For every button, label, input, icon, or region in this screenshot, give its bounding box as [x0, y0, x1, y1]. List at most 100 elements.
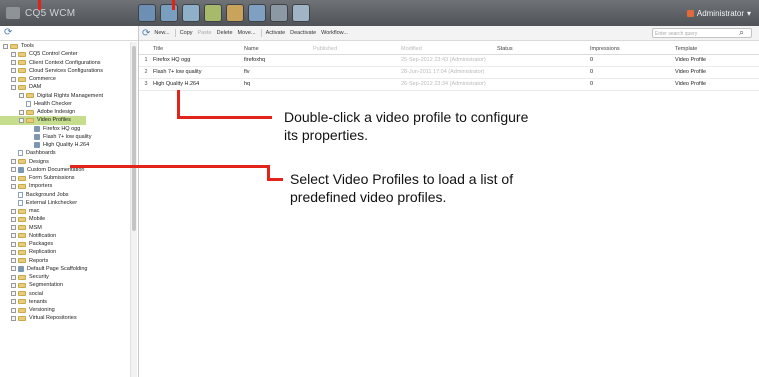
- toolbar-button[interactable]: Delete: [217, 30, 233, 36]
- toolbar-button[interactable]: New...: [154, 30, 169, 36]
- tagging-icon[interactable]: [292, 4, 310, 22]
- tree-item[interactable]: Client Context Configurations: [0, 59, 130, 67]
- video-icon: [34, 142, 40, 149]
- tree-item[interactable]: Commerce: [0, 75, 130, 83]
- expand-toggle-icon[interactable]: [11, 307, 16, 313]
- tree-item[interactable]: Virtual Repositories: [0, 314, 130, 322]
- expand-toggle-icon[interactable]: [19, 109, 24, 115]
- tree-item[interactable]: MSM: [0, 224, 130, 232]
- expand-toggle-icon[interactable]: [11, 315, 16, 321]
- folder-icon: [26, 109, 34, 115]
- tree-item[interactable]: tenants: [0, 298, 130, 306]
- toolbar-button[interactable]: Workflow...: [321, 30, 348, 36]
- expand-toggle-icon[interactable]: [11, 282, 16, 288]
- expand-toggle-icon[interactable]: [11, 225, 16, 231]
- tree-item[interactable]: Packages: [0, 240, 130, 248]
- toolbar-button[interactable]: Paste: [198, 30, 212, 36]
- column-header[interactable]: Modified: [401, 44, 422, 54]
- expand-toggle-icon[interactable]: [11, 241, 16, 247]
- expand-toggle-icon[interactable]: [11, 159, 16, 165]
- expand-toggle-icon[interactable]: [11, 208, 16, 214]
- tree-item[interactable]: Video Profiles: [0, 116, 86, 125]
- tree-item-label: Dashboards: [26, 150, 56, 157]
- expand-toggle-icon[interactable]: [11, 175, 16, 181]
- tree-scrollbar[interactable]: [130, 42, 137, 377]
- expand-toggle-icon[interactable]: [11, 60, 16, 66]
- column-header[interactable]: Status: [497, 44, 513, 54]
- tree-item[interactable]: mac: [0, 207, 130, 215]
- tree-item[interactable]: Reports: [0, 257, 130, 265]
- campaigns-icon[interactable]: [204, 4, 222, 22]
- expand-toggle-icon[interactable]: [11, 51, 16, 57]
- expand-toggle-icon[interactable]: [3, 43, 8, 49]
- tree-item[interactable]: High Quality H.264: [0, 141, 130, 149]
- toolbar-button[interactable]: Deactivate: [290, 30, 316, 36]
- expand-toggle-icon[interactable]: [11, 216, 16, 222]
- tools-icon[interactable]: [270, 4, 288, 22]
- expand-toggle-icon[interactable]: [11, 258, 16, 264]
- column-header[interactable]: Impressions: [590, 44, 620, 54]
- search-input[interactable]: Enter search query: [652, 28, 752, 38]
- expand-toggle-icon[interactable]: [11, 274, 16, 280]
- tree-item[interactable]: Versioning: [0, 306, 130, 314]
- user-menu[interactable]: Administrator ▾: [686, 0, 751, 26]
- websites-icon[interactable]: [138, 4, 156, 22]
- toolbar-button[interactable]: Copy: [180, 30, 193, 36]
- expand-toggle-icon[interactable]: [11, 266, 16, 272]
- tree-item[interactable]: Digital Rights Management: [0, 92, 130, 100]
- search-icon[interactable]: ⌕: [739, 27, 744, 38]
- tree-item[interactable]: Adobe Indesign: [0, 108, 130, 116]
- folder-icon: [18, 258, 26, 264]
- tree-item[interactable]: Firefox HQ ogg: [0, 125, 130, 133]
- expand-toggle-icon[interactable]: [11, 299, 16, 305]
- expand-toggle-icon[interactable]: [11, 68, 16, 74]
- expand-toggle-icon[interactable]: [11, 84, 16, 90]
- expand-toggle-icon[interactable]: [11, 183, 16, 189]
- toolbar-button[interactable]: Activate: [266, 30, 286, 36]
- tree-item-label: CQ5 Control Center: [29, 51, 78, 58]
- tree-item[interactable]: CQ5 Control Center: [0, 50, 130, 58]
- tree-item[interactable]: Default Page Scaffolding: [0, 265, 130, 273]
- tree-item-label: Replication: [29, 249, 57, 256]
- expand-toggle-icon[interactable]: [11, 167, 16, 173]
- callout-double-click: Double-click a video profile to configur…: [284, 109, 529, 143]
- refresh-icon[interactable]: ⟳: [4, 28, 12, 38]
- tree-item[interactable]: Notification: [0, 232, 130, 240]
- tree-item[interactable]: Form Submissions: [0, 174, 130, 182]
- column-header[interactable]: Title: [153, 44, 163, 54]
- folder-icon: [18, 299, 26, 305]
- tree-item[interactable]: Dashboards: [0, 149, 130, 157]
- expand-toggle-icon[interactable]: [11, 249, 16, 255]
- table-row[interactable]: 3 High Quality H.264 hq 26-Sep-2012 23:34 (…: [139, 79, 759, 91]
- inbox-icon[interactable]: [226, 4, 244, 22]
- expand-toggle-icon[interactable]: [11, 291, 16, 297]
- expand-toggle-icon[interactable]: [19, 93, 24, 99]
- expand-toggle-icon[interactable]: [11, 76, 16, 82]
- users-icon[interactable]: [248, 4, 266, 22]
- tree-item[interactable]: Replication: [0, 248, 130, 256]
- tree-item[interactable]: DAM: [0, 83, 130, 91]
- tree-scrollbar-thumb[interactable]: [132, 46, 136, 231]
- tree-item[interactable]: Health Checker: [0, 100, 130, 108]
- digital-assets-icon[interactable]: [160, 4, 178, 22]
- tree-item[interactable]: Flash 7+ low quality: [0, 133, 130, 141]
- tree-item[interactable]: Importers: [0, 182, 130, 190]
- tree-item[interactable]: Segmentation: [0, 281, 130, 289]
- tree-item[interactable]: Cloud Services Configurations: [0, 67, 130, 75]
- column-header[interactable]: Published: [313, 44, 337, 54]
- column-header[interactable]: Template: [675, 44, 697, 54]
- toolbar-button[interactable]: Move...: [238, 30, 256, 36]
- tree-item[interactable]: Background Jobs: [0, 191, 130, 199]
- refresh-icon[interactable]: ⟳: [142, 28, 150, 39]
- table-row[interactable]: 1 Firefox HQ ogg firefoxhq 25-Sep-2012 23:4…: [139, 55, 759, 67]
- tree-item[interactable]: social: [0, 290, 130, 298]
- expand-toggle-icon[interactable]: [11, 233, 16, 239]
- tree-item[interactable]: Mobile: [0, 215, 130, 223]
- column-header[interactable]: Name: [244, 44, 259, 54]
- tree-item[interactable]: External Linkchecker: [0, 199, 130, 207]
- tree-item[interactable]: Security: [0, 273, 130, 281]
- expand-toggle-icon[interactable]: [19, 117, 24, 123]
- community-icon[interactable]: [182, 4, 200, 22]
- table-row[interactable]: 2 Flash 7+ low quality flv 28-Jun-2011 17:0…: [139, 67, 759, 79]
- tree-item[interactable]: Tools: [0, 42, 130, 50]
